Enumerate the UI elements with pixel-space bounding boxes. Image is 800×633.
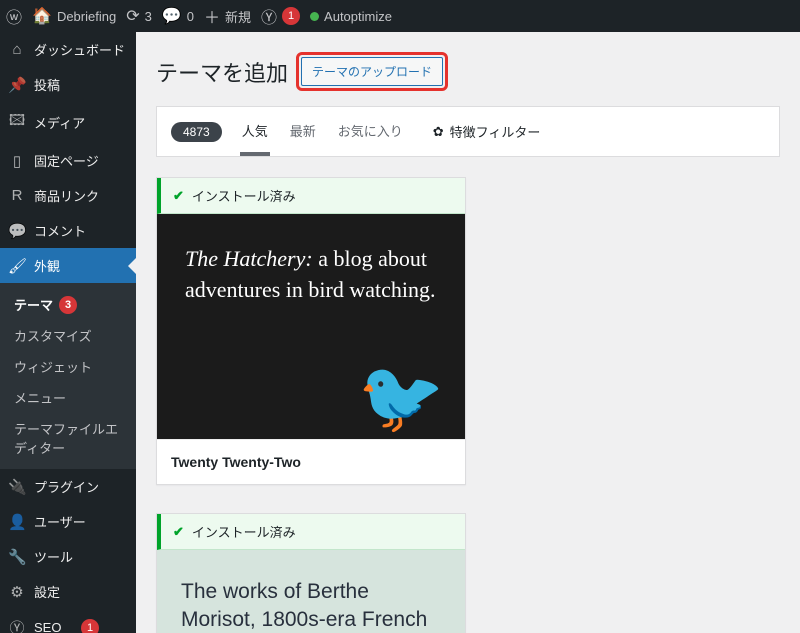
installed-banner: ✔インストール済み [157, 514, 465, 550]
page-title: テーマを追加 [156, 56, 288, 88]
theme-name: Twenty Twenty-Two [157, 439, 465, 484]
dashboard-icon: ⌂ [8, 41, 26, 58]
gear-icon: ✿ [433, 124, 444, 140]
check-icon: ✔ [173, 188, 184, 204]
pin-icon: 📌 [8, 76, 26, 94]
comment-icon: 💬 [8, 222, 26, 240]
tab-latest[interactable]: 最新 [288, 107, 318, 156]
updates-link[interactable]: ⟳3 [126, 6, 152, 26]
rinker-icon: R [8, 187, 26, 204]
refresh-icon: ⟳ [126, 6, 139, 26]
media-icon: 🖾 [8, 110, 26, 135]
autoptimize-link[interactable]: Autoptimize [310, 9, 392, 24]
site-link[interactable]: 🏠Debriefing [32, 6, 116, 26]
submenu-theme-editor[interactable]: テーマファイルエディター [0, 413, 136, 463]
menu-posts[interactable]: 📌投稿 [0, 67, 136, 102]
home-icon: 🏠 [32, 6, 52, 26]
brush-icon: 🖌 [8, 257, 26, 275]
submenu-menus[interactable]: メニュー [0, 382, 136, 413]
menu-settings[interactable]: ⚙設定 [0, 574, 136, 609]
comments-link[interactable]: 💬0 [162, 6, 194, 26]
yoast-icon: Ⓨ [261, 4, 277, 28]
theme-card[interactable]: ✔インストール済み The Hatchery: a blog about adv… [156, 177, 466, 485]
installed-banner: ✔インストール済み [157, 178, 465, 214]
admin-bar: ⓦ 🏠Debriefing ⟳3 💬0 ＋新規 Ⓨ1 Autoptimize [0, 0, 800, 32]
wp-logo[interactable]: ⓦ [6, 4, 22, 28]
feature-filter-button[interactable]: ✿特徴フィルター [433, 122, 541, 141]
menu-seo[interactable]: ⓎSEO 1 [0, 609, 136, 633]
theme-count: 4873 [171, 122, 222, 142]
status-dot-icon [310, 12, 319, 21]
plugin-icon: 🔌 [8, 478, 26, 496]
main-content: テーマを追加 テーマのアップロード 4873 人気 最新 お気に入り ✿特徴フィ… [136, 32, 800, 633]
wrench-icon: 🔧 [8, 548, 26, 566]
comment-icon: 💬 [162, 6, 182, 26]
theme-preview: The works of Berthe Morisot, 1800s-era F… [157, 550, 465, 633]
upload-theme-button[interactable]: テーマのアップロード [301, 57, 443, 86]
menu-pages[interactable]: ▯固定ページ [0, 143, 136, 178]
theme-preview: The Hatchery: a blog about adventures in… [157, 214, 465, 439]
submenu-widgets[interactable]: ウィジェット [0, 351, 136, 382]
yoast-icon: Ⓨ [8, 617, 26, 633]
tab-popular[interactable]: 人気 [240, 107, 270, 156]
menu-media[interactable]: 🖾メディア [0, 102, 136, 143]
menu-dashboard[interactable]: ⌂ダッシュボード [0, 32, 136, 67]
tab-favorites[interactable]: お気に入り [336, 107, 405, 156]
menu-comments[interactable]: 💬コメント [0, 213, 136, 248]
admin-sidebar: ⌂ダッシュボード 📌投稿 🖾メディア ▯固定ページ R商品リンク 💬コメント 🖌… [0, 32, 136, 633]
submenu-appearance: テーマ3 カスタマイズ ウィジェット メニュー テーマファイルエディター [0, 283, 136, 469]
user-icon: 👤 [8, 513, 26, 531]
menu-appearance[interactable]: 🖌外観 [0, 248, 136, 283]
themes-count-badge: 3 [59, 296, 77, 314]
yoast-link[interactable]: Ⓨ1 [261, 4, 300, 28]
menu-users[interactable]: 👤ユーザー [0, 504, 136, 539]
filter-bar: 4873 人気 最新 お気に入り ✿特徴フィルター [156, 106, 780, 157]
sliders-icon: ⚙ [8, 583, 26, 601]
theme-card[interactable]: ✔インストール済み The works of Berthe Morisot, 1… [156, 513, 466, 633]
submenu-themes[interactable]: テーマ3 [0, 289, 136, 320]
yoast-badge: 1 [282, 7, 300, 25]
theme-grid: ✔インストール済み The Hatchery: a blog about adv… [156, 177, 780, 633]
menu-plugins[interactable]: 🔌プラグイン [0, 469, 136, 504]
upload-highlight: テーマのアップロード [296, 52, 448, 91]
plus-icon: ＋ [204, 4, 220, 28]
submenu-customize[interactable]: カスタマイズ [0, 320, 136, 351]
menu-tools[interactable]: 🔧ツール [0, 539, 136, 574]
seo-count-badge: 1 [81, 619, 99, 633]
check-icon: ✔ [173, 524, 184, 540]
bird-icon: 🐦 [358, 357, 445, 439]
menu-rinker[interactable]: R商品リンク [0, 178, 136, 213]
page-icon: ▯ [8, 152, 26, 170]
new-content[interactable]: ＋新規 [204, 4, 251, 28]
